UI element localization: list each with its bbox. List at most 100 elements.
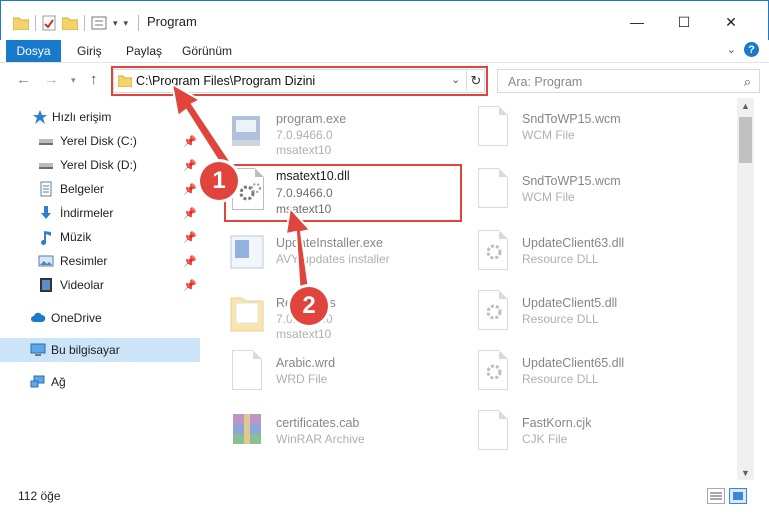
sidebar-item-pictures[interactable]: Resimler 📌 — [0, 249, 200, 273]
maximize-icon: ☐ — [677, 13, 691, 30]
file-description: AVY updates installer — [276, 252, 390, 266]
step-1-badge: 1 — [200, 162, 238, 200]
forward-button[interactable]: → — [44, 71, 59, 88]
window-title: Program — [147, 14, 197, 29]
properties-icon[interactable] — [42, 15, 56, 31]
status-bar: 112 öğe — [0, 480, 769, 523]
file-description: msatext10 — [276, 327, 332, 341]
pin-icon[interactable]: 📌 — [183, 231, 197, 244]
pin-icon[interactable]: 📌 — [183, 159, 197, 172]
expand-ribbon-icon[interactable]: ⌄ — [727, 43, 736, 56]
close-icon: ✕ — [725, 13, 737, 30]
file-type: WCM File — [522, 128, 575, 142]
sidebar-item-label: Hızlı erişim — [52, 110, 112, 124]
cloud-icon — [31, 312, 46, 322]
up-button[interactable]: ↑ — [90, 71, 98, 88]
sidebar-item-label: Videolar — [60, 278, 104, 292]
file-type: WinRAR Archive — [276, 432, 365, 446]
view-menu-icon[interactable] — [91, 16, 107, 30]
file-type: WRD File — [276, 372, 328, 386]
sidebar-item-label: OneDrive — [51, 311, 102, 325]
search-icon[interactable]: ⌕ — [744, 74, 751, 90]
customize-toolbar-icon[interactable]: ▾ — [124, 18, 129, 29]
file-type: Resource DLL — [522, 312, 599, 326]
sidebar-item-this-pc[interactable]: Bu bilgisayar — [0, 338, 200, 362]
pin-icon[interactable]: 📌 — [183, 135, 197, 148]
sidebar-item-videos[interactable]: Videolar 📌 — [0, 273, 200, 297]
minimize-button[interactable]: — — [614, 7, 660, 37]
file-icon — [478, 168, 508, 208]
minimize-icon: — — [630, 14, 644, 30]
details-view-button[interactable] — [707, 488, 725, 504]
file-item[interactable]: UpdateInstaller.exe AVY updates installe… — [230, 226, 480, 286]
sidebar-item-documents[interactable]: Belgeler 📌 — [0, 177, 200, 201]
file-item[interactable]: UpdateClient63.dll Resource DLL — [476, 226, 726, 286]
file-name: certificates.cab — [276, 416, 360, 430]
large-icons-view-icon — [733, 492, 743, 500]
maximize-button[interactable]: ☐ — [661, 7, 707, 37]
file-name: Arabic.wrd — [276, 356, 336, 370]
file-name: program.exe — [276, 112, 347, 126]
quick-access-toolbar: ▾ ▾ — [13, 13, 128, 33]
chevron-down-icon[interactable]: ▾ — [113, 18, 118, 29]
sidebar-item-downloads[interactable]: İndirmeler 📌 — [0, 201, 200, 225]
tab-file[interactable]: Dosya — [6, 40, 61, 62]
download-icon — [41, 206, 51, 219]
sidebar-item-disk-d[interactable]: Yerel Disk (D:) 📌 — [0, 153, 200, 177]
tab-home[interactable]: Giriş — [77, 44, 102, 58]
pin-icon[interactable]: 📌 — [183, 207, 197, 220]
file-item[interactable]: certificates.cab WinRAR Archive — [230, 406, 480, 466]
large-icons-view-button[interactable] — [729, 488, 747, 504]
winrar-icon — [233, 414, 261, 444]
file-name: SndToWP15.wcm — [522, 112, 621, 126]
details-view-icon — [710, 492, 722, 500]
sidebar-item-quick-access[interactable]: Hızlı erişim — [0, 105, 200, 129]
sidebar-item-music[interactable]: Müzik 📌 — [0, 225, 200, 249]
file-item[interactable]: UpdateClient65.dll Resource DLL — [476, 346, 726, 406]
toolbar-divider — [35, 15, 36, 31]
file-name: UpdateInstaller.exe — [276, 236, 384, 250]
file-type: CJK File — [522, 432, 568, 446]
file-type: Resource DLL — [522, 372, 599, 386]
file-item[interactable]: program.exe 7.0.9466.0 msatext10 — [230, 102, 480, 162]
file-item[interactable]: SndToWP15.wcm WCM File — [476, 164, 726, 224]
file-item[interactable]: Resources 7.0.9466.0 msatext10 — [230, 286, 480, 346]
file-icon — [478, 410, 508, 450]
search-input[interactable]: Ara: Program — [508, 75, 582, 89]
drive-icon — [39, 139, 53, 145]
file-description: msatext10 — [276, 143, 332, 157]
pin-icon[interactable]: 📌 — [183, 279, 197, 292]
sidebar-item-network[interactable]: Ağ — [0, 370, 200, 394]
tab-share[interactable]: Paylaş — [126, 44, 162, 58]
sidebar-item-label: Belgeler — [60, 182, 105, 196]
ribbon: Dosya Giriş Paylaş Görünüm ⌄ ? — [0, 40, 769, 62]
scroll-up-icon[interactable]: ▲ — [741, 101, 750, 111]
scroll-down-icon[interactable]: ▼ — [741, 468, 750, 478]
scrollbar-thumb[interactable] — [739, 117, 752, 163]
folder-icon — [13, 17, 29, 30]
search-box[interactable]: Ara: Program ⌕ — [497, 69, 760, 93]
vertical-scrollbar[interactable]: ▲ ▼ — [737, 98, 754, 480]
sidebar-item-disk-c[interactable]: Yerel Disk (C:) 📌 — [0, 129, 200, 153]
recent-locations-icon[interactable]: ▾ — [71, 75, 76, 86]
file-item[interactable]: FastKorn.cjk CJK File — [476, 406, 726, 466]
file-item[interactable]: Arabic.wrd WRD File — [230, 346, 480, 406]
help-icon[interactable]: ? — [744, 42, 759, 57]
tab-view[interactable]: Görünüm — [182, 44, 232, 58]
sidebar-item-onedrive[interactable]: OneDrive — [0, 306, 200, 330]
pictures-icon — [38, 255, 54, 267]
file-item[interactable]: UpdateClient5.dll Resource DLL — [476, 286, 726, 346]
dll-icon — [478, 230, 508, 270]
pin-icon[interactable]: 📌 — [183, 255, 197, 268]
pin-icon[interactable]: 📌 — [183, 183, 197, 196]
star-icon — [33, 110, 47, 124]
back-button[interactable]: ← — [16, 71, 31, 88]
sidebar-item-label: Resimler — [60, 254, 108, 268]
close-button[interactable]: ✕ — [708, 7, 754, 37]
new-folder-icon[interactable] — [62, 16, 78, 30]
file-icon — [232, 350, 262, 390]
ribbon-controls: ⌄ ? — [727, 42, 759, 57]
dll-icon — [478, 290, 508, 330]
dll-highlight — [224, 164, 462, 222]
file-item[interactable]: SndToWP15.wcm WCM File — [476, 102, 726, 162]
